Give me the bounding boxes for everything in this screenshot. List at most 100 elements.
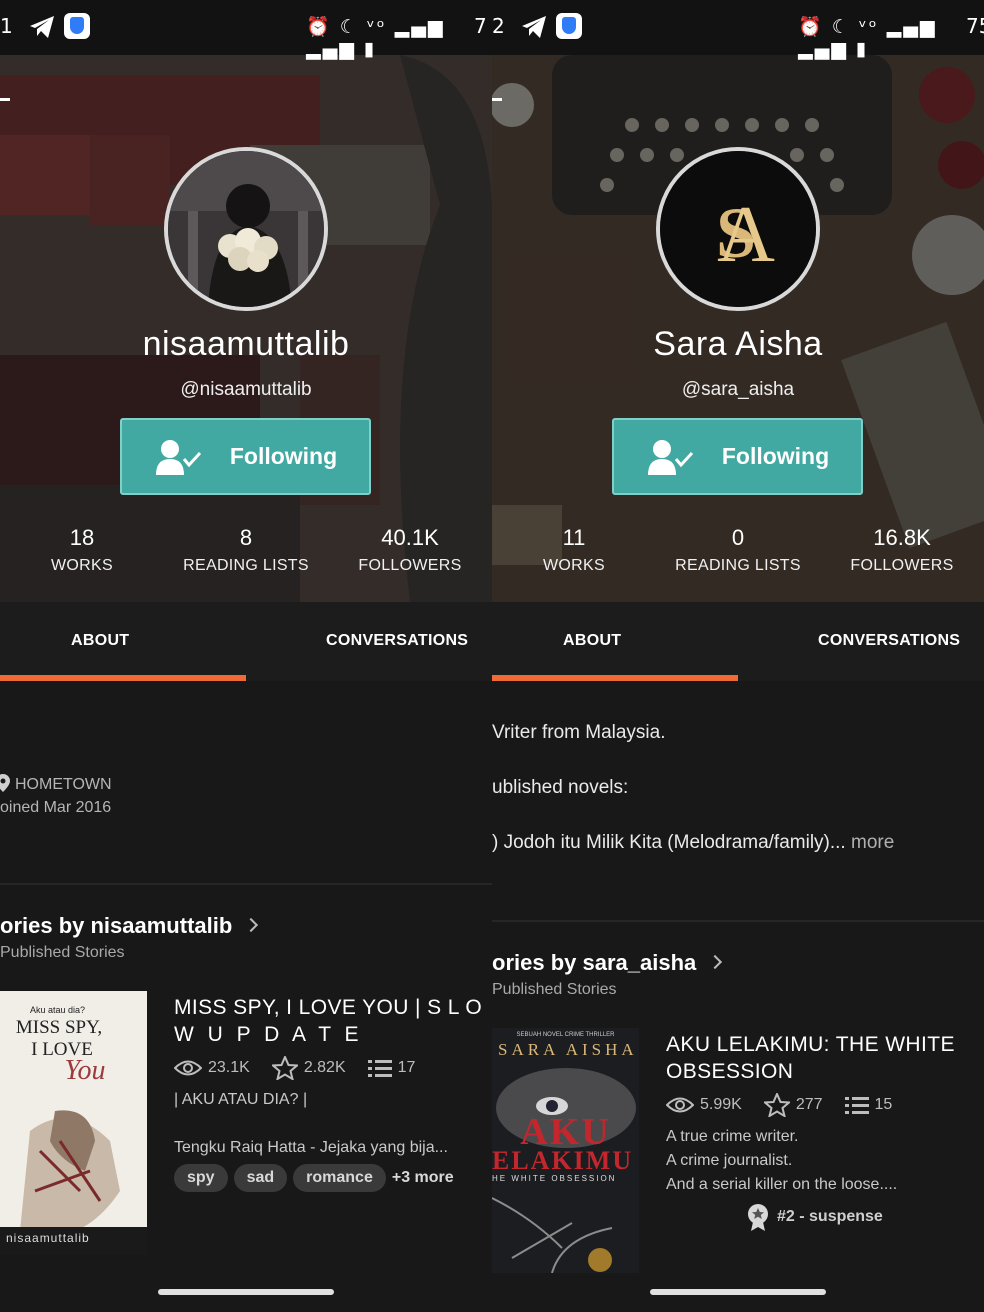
- cover-tagline: SEBUAH NOVEL CRIME THRILLER: [516, 1032, 615, 1038]
- person-check-icon: [155, 439, 201, 475]
- list-icon: [844, 1097, 869, 1114]
- tab-about[interactable]: ABOUT: [71, 632, 129, 650]
- stat-works[interactable]: 11 WORKS: [492, 525, 656, 575]
- book-description-line1: | AKU ATAU DIA? |: [174, 1091, 308, 1108]
- works-count: 11: [562, 525, 586, 550]
- tab-about[interactable]: ABOUT: [563, 632, 621, 650]
- votes-count: 277: [795, 1096, 823, 1113]
- bio-line3: ) Jodoh itu Milik Kita (Melodrama/family…: [492, 832, 894, 854]
- stories-section-title[interactable]: ories by sara_aisha: [492, 950, 723, 976]
- profile-tabs: ABOUT CONVERSATIONS: [0, 602, 492, 681]
- chevron-right-icon: [708, 955, 723, 970]
- hometown-label: HOMETOWN: [15, 776, 112, 793]
- tab-conversations[interactable]: CONVERSATIONS: [326, 632, 468, 650]
- book-title-line2: OBSESSION: [666, 1060, 794, 1083]
- followers-count: 40.1K: [381, 525, 439, 550]
- book-title-line2: W U P D A T E: [174, 1023, 363, 1046]
- profile-header: nisaamuttalib @nisaamuttalib Following 1…: [0, 55, 492, 602]
- ranking-text: #2 - suspense: [777, 1208, 883, 1225]
- tab-conversations[interactable]: CONVERSATIONS: [818, 632, 960, 650]
- more-tags-link[interactable]: +3 more: [392, 1169, 454, 1186]
- username: @nisaamuttalib: [180, 379, 312, 400]
- works-label: WORKS: [543, 557, 605, 574]
- stories-subtitle: Published Stories: [0, 944, 125, 961]
- telegram-icon: [522, 16, 546, 38]
- book-tags: spy sad romance +3 more: [174, 1164, 454, 1192]
- cover-title-elakimu: ELAKIMU: [492, 1146, 634, 1175]
- status-bar: 2 ⏰ ☾ ᵛᵒ ▂▄▆ ▂▄▆ ▮ 75: [492, 0, 984, 60]
- book-title[interactable]: MISS SPY, I LOVE YOU | S L O W U P D A T…: [174, 994, 482, 1048]
- tag-sad[interactable]: sad: [233, 1164, 288, 1192]
- stories-subtitle: Published Stories: [492, 981, 617, 998]
- svg-text:A: A: [717, 191, 775, 279]
- book-cover[interactable]: Aku atau dia? MISS SPY, I LOVE You nisaa…: [0, 991, 147, 1255]
- followers-label: FOLLOWERS: [358, 557, 462, 574]
- avatar-photo: [168, 151, 324, 307]
- stories-title-text: ories by nisaamuttalib: [0, 913, 233, 938]
- book-description-line2: A crime journalist.: [666, 1152, 793, 1169]
- reading-lists-count: 8: [239, 525, 253, 550]
- shield-icon: [556, 13, 582, 39]
- stat-reading-lists[interactable]: 8 READING LISTS: [164, 525, 328, 575]
- left-profile-screen: 1 ⏰ ☾ ᵛᵒ ▂▄▆ ▂▄▆ ▮ 7 nisaamuttalib @nisa…: [0, 0, 492, 1312]
- chevron-right-icon: [244, 918, 259, 933]
- tag-spy[interactable]: spy: [174, 1164, 228, 1192]
- following-label: Following: [721, 443, 830, 469]
- book-description-line2: Tengku Raiq Hatta - Jejaka yang bija...: [174, 1139, 448, 1156]
- status-time: 2: [492, 14, 505, 38]
- ranking-badge[interactable]: #2 - suspense: [747, 1203, 883, 1231]
- book-cover[interactable]: SEBUAH NOVEL CRIME THRILLER SARA AISHA A…: [492, 1028, 639, 1273]
- person-check-icon: [647, 439, 693, 475]
- cover-author: SARA AISHA: [498, 1040, 638, 1059]
- avatar[interactable]: S A: [656, 147, 820, 311]
- reads-metric: 23.1K: [174, 1059, 250, 1077]
- works-label: WORKS: [51, 557, 113, 574]
- reads-count: 23.1K: [208, 1059, 250, 1076]
- cover-tagline: Aku atau dia?: [29, 1005, 86, 1015]
- book-title[interactable]: AKU LELAKIMU: THE WHITE OBSESSION: [666, 1031, 955, 1085]
- active-tab-indicator: [492, 675, 738, 681]
- status-icons: ⏰ ☾ ᵛᵒ ▂▄▆ ▂▄▆ ▮: [798, 16, 937, 60]
- display-name: nisaamuttalib: [142, 325, 350, 363]
- parts-count: 15: [874, 1096, 893, 1113]
- shield-icon: [64, 13, 90, 39]
- username: @sara_aisha: [681, 379, 795, 400]
- reading-lists-count: 0: [731, 525, 745, 550]
- status-time: 1: [0, 14, 13, 38]
- display-name: Sara Aisha: [653, 325, 823, 363]
- book-description-line1: A true crime writer.: [666, 1128, 799, 1145]
- status-bar: 1 ⏰ ☾ ᵛᵒ ▂▄▆ ▂▄▆ ▮ 7: [0, 0, 492, 60]
- bio-more-link[interactable]: more: [846, 832, 894, 853]
- menu-icon[interactable]: [492, 98, 502, 101]
- stories-title-text: ories by sara_aisha: [492, 950, 697, 975]
- bio-line2: ublished novels:: [492, 777, 629, 798]
- stat-followers[interactable]: 16.8K FOLLOWERS: [820, 525, 984, 575]
- stat-reading-lists[interactable]: 0 READING LISTS: [656, 525, 820, 575]
- section-divider: [0, 883, 492, 885]
- active-tab-indicator: [0, 675, 246, 681]
- home-indicator[interactable]: [158, 1289, 334, 1295]
- joined-date: oined Mar 2016: [0, 799, 112, 816]
- cover-author: nisaamuttalib: [6, 1231, 90, 1245]
- stat-works[interactable]: 18 WORKS: [0, 525, 164, 575]
- avatar[interactable]: [164, 147, 328, 311]
- stories-section-title[interactable]: ories by nisaamuttalib: [0, 913, 259, 939]
- home-indicator[interactable]: [650, 1289, 826, 1295]
- votes-count: 2.82K: [303, 1059, 346, 1076]
- following-button[interactable]: Following: [120, 418, 371, 495]
- book-metrics: 5.99K 277 15: [666, 1093, 914, 1117]
- list-icon: [367, 1060, 392, 1077]
- reading-lists-label: READING LISTS: [675, 557, 801, 574]
- votes-metric: 2.82K: [271, 1056, 346, 1080]
- cover-subtitle: HE WHITE OBSESSION: [492, 1174, 617, 1183]
- reading-lists-label: READING LISTS: [183, 557, 309, 574]
- following-label: Following: [229, 443, 338, 469]
- book-title-line1: AKU LELAKIMU: THE WHITE: [666, 1033, 955, 1056]
- tag-romance[interactable]: romance: [293, 1164, 386, 1192]
- status-icons: ⏰ ☾ ᵛᵒ ▂▄▆ ▂▄▆ ▮: [306, 16, 445, 60]
- stat-followers[interactable]: 40.1K FOLLOWERS: [328, 525, 492, 575]
- profile-tabs: ABOUT CONVERSATIONS: [492, 602, 984, 681]
- following-button[interactable]: Following: [612, 418, 863, 495]
- menu-icon[interactable]: [0, 98, 10, 101]
- battery-level: 7: [474, 14, 487, 38]
